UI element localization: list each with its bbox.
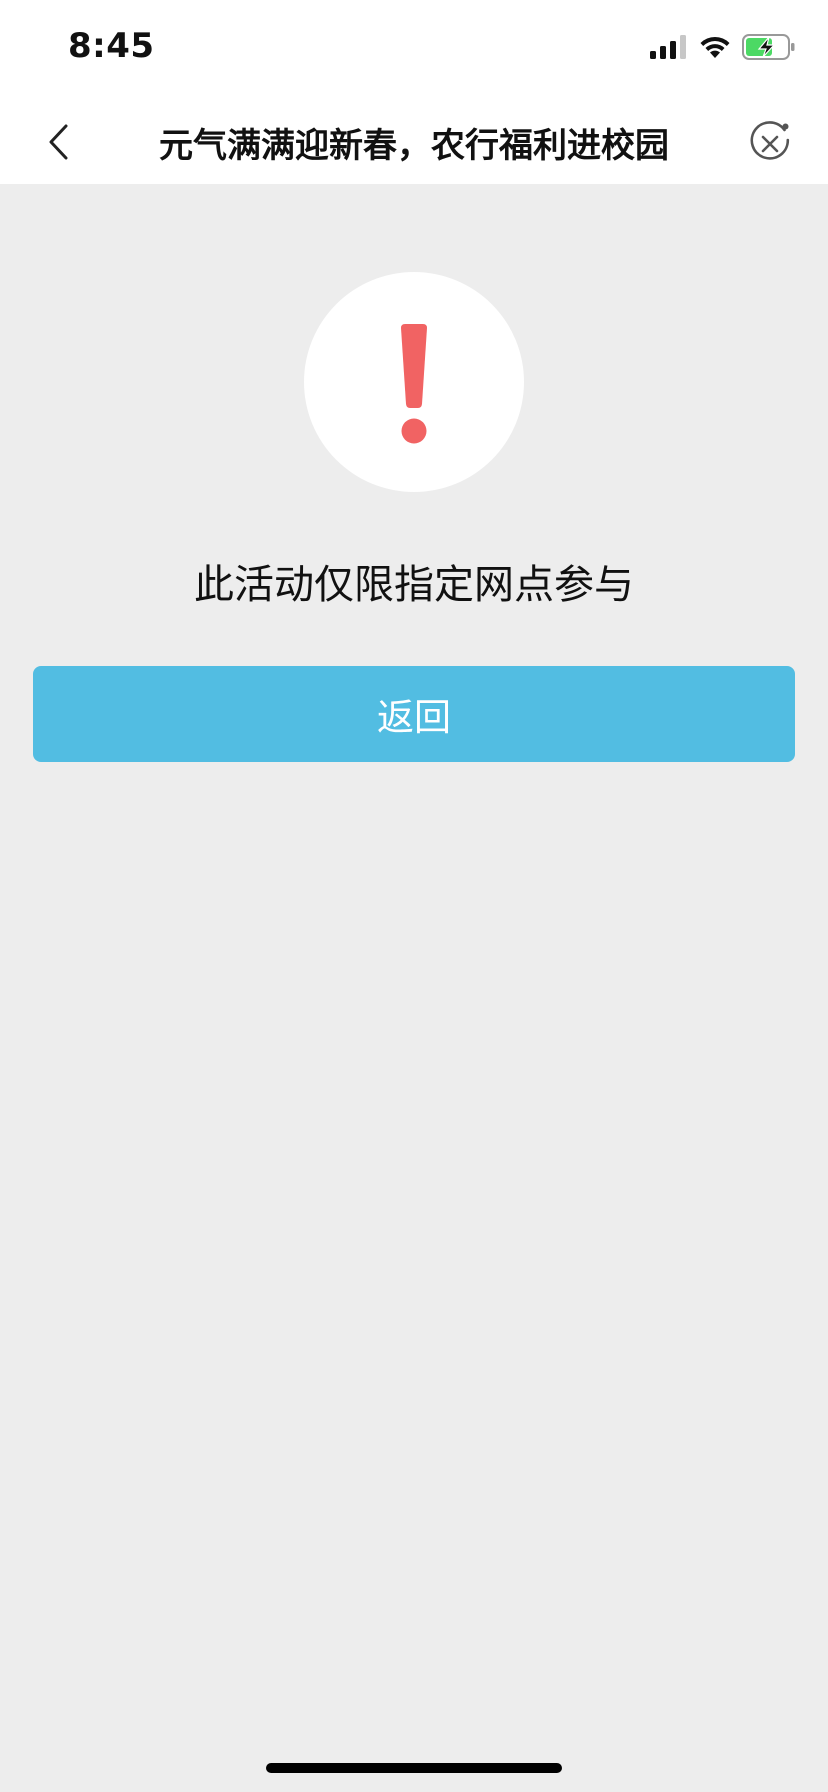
home-indicator[interactable]	[266, 1763, 562, 1773]
page-title: 元气满满迎新春，农行福利进校园	[159, 126, 669, 166]
close-button[interactable]	[742, 114, 798, 170]
warning-badge	[304, 272, 524, 492]
chevron-left-icon	[49, 124, 68, 160]
wifi-icon	[700, 36, 730, 58]
status-icons	[650, 34, 796, 60]
exclamation-icon	[401, 324, 427, 444]
status-time: 8:45	[68, 26, 155, 66]
nav-bar: 元气满满迎新春，农行福利进校园	[0, 100, 828, 184]
alert-message: 此活动仅限指定网点参与	[194, 562, 634, 608]
back-button[interactable]: 返回	[33, 666, 795, 762]
cellular-signal-icon	[650, 35, 686, 59]
battery-charging-icon	[742, 34, 795, 60]
close-circle-icon	[750, 121, 790, 160]
status-bar: 8:45	[0, 0, 828, 100]
back-nav-button[interactable]	[30, 114, 86, 170]
